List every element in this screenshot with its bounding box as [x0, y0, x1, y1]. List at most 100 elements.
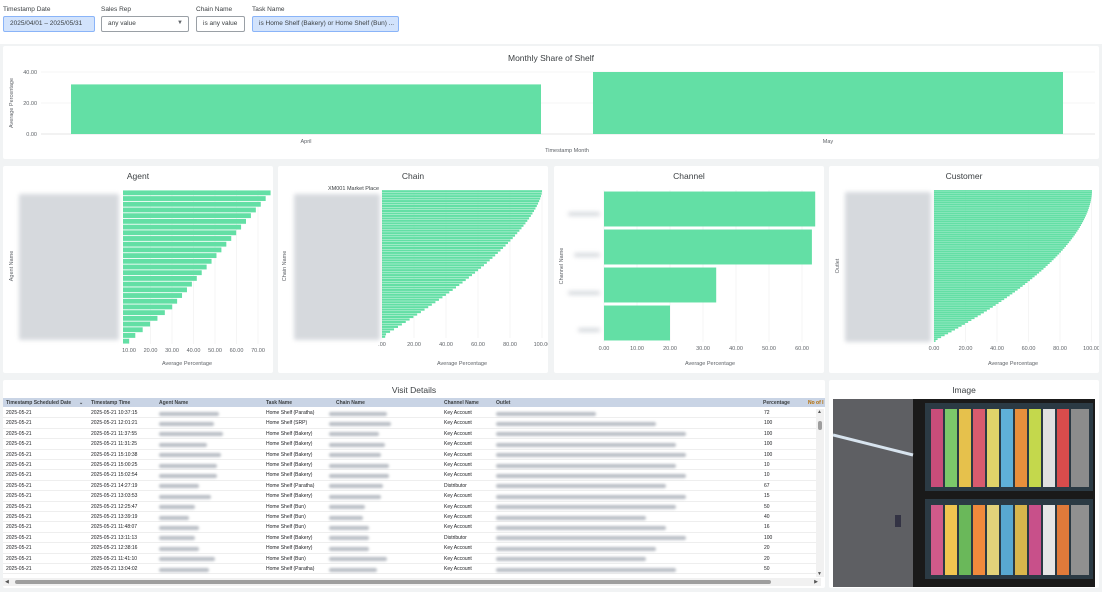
scroll-left-icon[interactable]: ◀ [5, 579, 9, 585]
bar[interactable] [934, 193, 1092, 196]
col-header-outlet[interactable]: Outlet [496, 400, 510, 406]
bar[interactable] [934, 201, 1091, 204]
bar[interactable] [934, 330, 952, 333]
bar[interactable] [934, 338, 938, 341]
col-header-agent[interactable]: Agent Name [159, 400, 188, 406]
bar[interactable] [934, 254, 1058, 257]
bar[interactable] [934, 340, 936, 342]
bar[interactable] [382, 190, 542, 193]
bar[interactable] [934, 267, 1044, 270]
table-row[interactable]: 2025-05-21 2025-05-21 15:10:38 Home Shelf … [3, 450, 821, 460]
scroll-right-icon[interactable]: ▶ [814, 579, 818, 585]
bar[interactable] [934, 292, 1013, 295]
bar[interactable] [382, 202, 539, 205]
sort-desc-icon[interactable]: ⌄ [79, 400, 83, 406]
bar[interactable] [382, 269, 479, 272]
col-header-time[interactable]: Timestamp Time [91, 400, 130, 406]
col-header-chain[interactable]: Chain Name [336, 400, 365, 406]
scroll-down-icon[interactable]: ▼ [817, 571, 822, 577]
bar[interactable] [934, 209, 1089, 211]
bar[interactable] [934, 323, 965, 325]
bar[interactable] [123, 275, 197, 281]
bar[interactable] [382, 328, 395, 331]
bar[interactable] [382, 281, 463, 284]
bar[interactable] [382, 301, 436, 304]
filter-timestamp-date[interactable]: Timestamp Date 2025/04/01 – 2025/05/31 [3, 6, 95, 32]
bar[interactable] [382, 232, 518, 235]
bar[interactable] [382, 241, 509, 245]
bar[interactable] [123, 241, 227, 247]
table-row[interactable]: 2025-05-21 2025-05-21 11:37:55 Home Shelf … [3, 429, 821, 440]
bar[interactable] [382, 256, 493, 259]
bar[interactable] [934, 218, 1085, 221]
bar[interactable] [123, 236, 232, 241]
bar[interactable] [123, 207, 256, 213]
bar[interactable] [123, 327, 143, 333]
col-header-channel[interactable]: Channel Name [444, 400, 479, 406]
bar[interactable] [382, 249, 501, 252]
bar[interactable] [123, 293, 183, 298]
bar[interactable] [934, 305, 993, 308]
bar[interactable] [382, 323, 402, 326]
horizontal-scrollbar[interactable]: ◀ ▶ [3, 578, 821, 586]
bar[interactable] [934, 258, 1054, 261]
table-row[interactable]: 2025-05-21 2025-05-21 14:27:19 Home Shelf … [3, 481, 821, 492]
bar[interactable] [123, 281, 192, 287]
bar[interactable] [934, 319, 972, 322]
bar[interactable] [934, 260, 1052, 263]
bar[interactable] [934, 313, 981, 316]
bar[interactable] [934, 237, 1073, 240]
bar[interactable] [382, 212, 533, 215]
bar[interactable] [934, 279, 1030, 282]
bar[interactable] [382, 251, 498, 254]
bar[interactable] [123, 333, 136, 338]
bar[interactable] [604, 305, 670, 341]
bar[interactable] [934, 273, 1037, 276]
bar[interactable] [934, 243, 1068, 246]
bar[interactable] [382, 315, 414, 319]
bar[interactable] [934, 300, 1002, 303]
bar[interactable] [382, 264, 484, 267]
bar[interactable] [382, 209, 535, 213]
bar[interactable] [934, 205, 1090, 208]
bar[interactable] [934, 250, 1061, 253]
bar[interactable] [123, 287, 187, 293]
bar[interactable] [123, 247, 222, 253]
bar[interactable] [934, 239, 1071, 242]
bar-may[interactable] [593, 72, 1063, 134]
bar[interactable] [382, 335, 386, 338]
table-row[interactable]: 2025-05-21 2025-05-21 11:41:10 Home Shelf … [3, 554, 821, 564]
table-row[interactable]: 2025-05-21 2025-05-21 10:37:15 Home Shelf … [3, 408, 821, 419]
filter-value[interactable]: any value [101, 16, 189, 32]
bar[interactable] [934, 235, 1074, 238]
bar[interactable] [934, 224, 1081, 227]
bar[interactable] [382, 224, 524, 227]
bar[interactable] [604, 229, 812, 265]
bar[interactable] [934, 191, 1092, 194]
bar[interactable] [382, 330, 391, 333]
bar[interactable] [382, 204, 537, 208]
table-row[interactable]: 2025-05-21 2025-05-21 15:02:54 Home Shelf … [3, 470, 821, 481]
bar[interactable] [382, 200, 540, 203]
bar[interactable] [934, 197, 1092, 200]
bar[interactable] [934, 245, 1066, 247]
bar[interactable] [382, 219, 528, 222]
bar[interactable] [382, 254, 496, 257]
bar[interactable] [934, 304, 996, 306]
bar[interactable] [123, 190, 271, 196]
bar[interactable] [123, 264, 207, 270]
bar[interactable] [382, 311, 421, 314]
bar[interactable] [382, 303, 432, 306]
bar[interactable] [123, 230, 237, 236]
table-row[interactable]: 2025-05-21 2025-05-21 11:48:07 Home Shelf … [3, 522, 821, 533]
bar[interactable] [934, 311, 984, 314]
bar[interactable] [382, 214, 531, 217]
bar[interactable] [382, 306, 429, 309]
bar[interactable] [934, 309, 987, 312]
bar[interactable] [382, 298, 439, 301]
bar[interactable] [934, 231, 1077, 234]
bar[interactable] [123, 270, 202, 276]
col-header-task[interactable]: Task Name [266, 400, 292, 406]
bar[interactable] [934, 281, 1028, 284]
bar[interactable] [382, 283, 460, 287]
